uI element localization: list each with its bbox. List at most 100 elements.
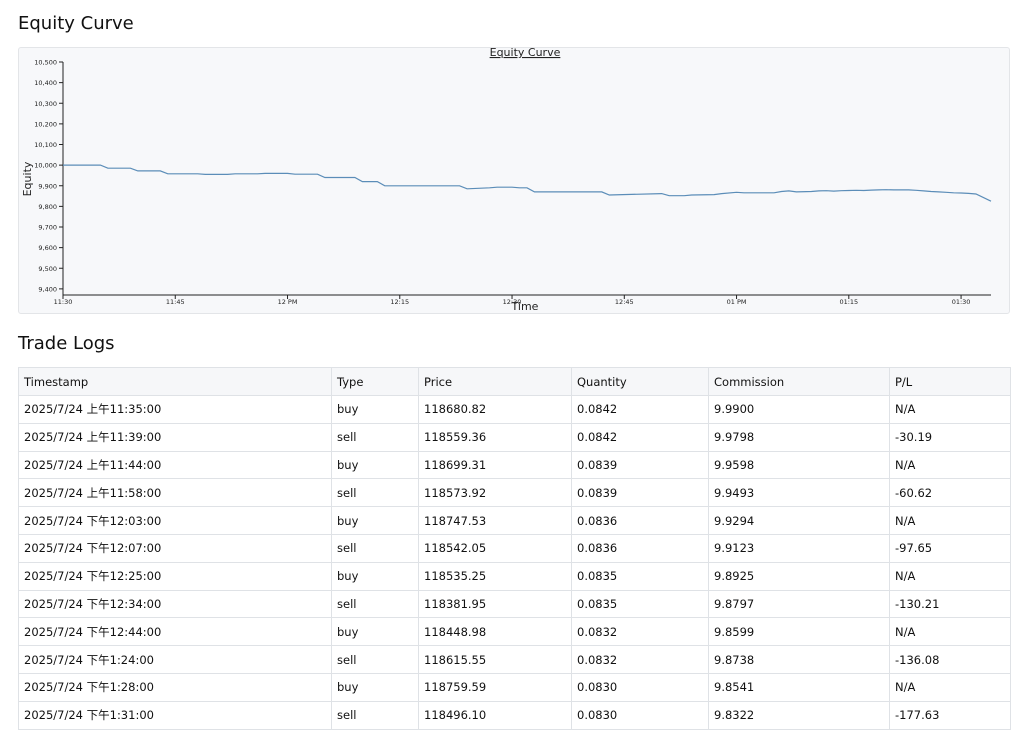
- table-cell: 2025/7/24 上午11:44:00: [18, 450, 332, 480]
- table-row: 2025/7/24 下午12:44:00 buy 118448.98 0.0832 9.…: [18, 617, 1011, 647]
- table-cell: 0.0835: [571, 589, 709, 619]
- column-header: Type: [331, 367, 419, 396]
- table-cell: N/A: [889, 450, 1011, 480]
- table-cell: 9.9598: [708, 450, 890, 480]
- trade-logs-heading: Trade Logs: [18, 333, 115, 354]
- table-cell: 0.0830: [571, 700, 709, 730]
- table-cell: buy: [331, 561, 419, 591]
- table-cell: -136.08: [889, 645, 1011, 674]
- table-cell: 9.8541: [708, 672, 890, 702]
- trade-logs-table-wrap: Timestamp Type Price Quantity Commission P/L …: [18, 367, 1011, 730]
- column-header: Timestamp: [18, 367, 332, 396]
- table-cell: 118759.59: [418, 672, 572, 702]
- table-row: 2025/7/24 上午11:35:00 buy 118680.82 0.0842 9.…: [18, 395, 1011, 424]
- table-row: 2025/7/24 下午12:07:00 sell 118542.05 0.0836 9…: [18, 533, 1011, 563]
- table-cell: 118699.31: [418, 450, 572, 480]
- table-cell: N/A: [889, 506, 1011, 535]
- table-cell: 9.8738: [708, 645, 890, 674]
- table-cell: 2025/7/24 下午1:28:00: [18, 672, 332, 702]
- table-cell: 2025/7/24 下午1:31:00: [18, 700, 332, 730]
- table-cell: -60.62: [889, 478, 1011, 508]
- table-cell: 2025/7/24 上午11:58:00: [18, 478, 332, 508]
- table-cell: 118615.55: [418, 645, 572, 674]
- column-header: Price: [418, 367, 572, 396]
- y-tick-label: 9,400: [38, 285, 57, 293]
- table-cell: 0.0842: [571, 422, 709, 452]
- table-row: 2025/7/24 上午11:39:00 sell 118559.36 0.0842 9…: [18, 422, 1011, 452]
- table-cell: N/A: [889, 617, 1011, 647]
- table-cell: -97.65: [889, 533, 1011, 563]
- table-cell: 118535.25: [418, 561, 572, 591]
- equity-series-line: [63, 164, 992, 202]
- table-cell: 2025/7/24 上午11:35:00: [18, 395, 332, 424]
- table-cell: 9.8797: [708, 589, 890, 619]
- table-cell: 9.8322: [708, 700, 890, 730]
- table-cell: 2025/7/24 下午1:24:00: [18, 645, 332, 674]
- table-cell: 9.9798: [708, 422, 890, 452]
- table-cell: sell: [331, 533, 419, 563]
- table-row: 2025/7/24 下午12:25:00 buy 118535.25 0.0835 9.…: [18, 561, 1011, 591]
- table-cell: N/A: [889, 395, 1011, 424]
- y-tick-label: 10,500: [34, 59, 57, 67]
- table-cell: 9.8599: [708, 617, 890, 647]
- table-cell: buy: [331, 506, 419, 535]
- table-cell: 118573.92: [418, 478, 572, 508]
- y-axis-label: Equity: [21, 161, 34, 196]
- table-cell: 118542.05: [418, 533, 572, 563]
- y-tick-label: 9,500: [38, 265, 57, 273]
- table-cell: 9.9493: [708, 478, 890, 508]
- table-cell: -177.63: [889, 700, 1011, 730]
- table-cell: 9.9900: [708, 395, 890, 424]
- table-row: 2025/7/24 上午11:44:00 buy 118699.31 0.0839 9.…: [18, 450, 1011, 480]
- equity-chart-panel: Equity Curve Equity Time 9,400 9,500 9,600…: [18, 46, 1010, 314]
- table-cell: 2025/7/24 下午12:03:00: [18, 506, 332, 535]
- table-header-row: Timestamp Type Price Quantity Commission P/L: [18, 367, 1011, 396]
- y-tick-label: 9,900: [38, 182, 57, 190]
- table-cell: 0.0839: [571, 478, 709, 508]
- table-cell: 2025/7/24 下午12:07:00: [18, 533, 332, 563]
- x-tick-label: 01:30: [952, 298, 971, 306]
- y-tick-label: 10,300: [34, 100, 57, 108]
- y-tick-label: 10,400: [34, 79, 57, 87]
- column-header: Quantity: [571, 367, 709, 396]
- table-cell: 2025/7/24 下午12:34:00: [18, 589, 332, 619]
- y-tick-label: 10,200: [34, 120, 57, 128]
- x-tick-label: 12 PM: [278, 298, 298, 306]
- y-tick-label: 9,800: [38, 203, 57, 211]
- table-cell: sell: [331, 422, 419, 452]
- table-cell: -130.21: [889, 589, 1011, 619]
- table-cell: sell: [331, 589, 419, 619]
- table-cell: 0.0832: [571, 645, 709, 674]
- equity-chart: Equity Curve Equity Time 9,4009,5009,600…: [21, 46, 992, 313]
- table-row: 2025/7/24 下午12:03:00 buy 118747.53 0.0836 9.…: [18, 506, 1011, 535]
- x-tick-label: 12:45: [615, 298, 634, 306]
- table-cell: 2025/7/24 下午12:44:00: [18, 617, 332, 647]
- trade-logs-table: Timestamp Type Price Quantity Commission P/L …: [18, 367, 1011, 730]
- x-tick-label: 11:30: [54, 298, 73, 306]
- table-cell: 118559.36: [418, 422, 572, 452]
- table-cell: 118448.98: [418, 617, 572, 647]
- y-tick-label: 9,600: [38, 244, 57, 252]
- y-tick-label: 10,000: [34, 162, 57, 170]
- table-cell: buy: [331, 395, 419, 424]
- table-cell: 0.0836: [571, 506, 709, 535]
- y-tick-label: 10,100: [34, 141, 57, 149]
- table-cell: 0.0839: [571, 450, 709, 480]
- table-cell: 0.0830: [571, 672, 709, 702]
- x-tick-label: 12:30: [503, 298, 522, 306]
- table-cell: 0.0842: [571, 395, 709, 424]
- table-row: 2025/7/24 下午12:34:00 sell 118381.95 0.0835 9…: [18, 589, 1011, 619]
- table-row: 2025/7/24 下午1:24:00 sell 118615.55 0.0832 9.…: [18, 645, 1011, 674]
- table-cell: 0.0836: [571, 533, 709, 563]
- x-tick-label: 01 PM: [727, 298, 747, 306]
- table-cell: sell: [331, 478, 419, 508]
- table-cell: 9.9123: [708, 533, 890, 563]
- column-header: P/L: [889, 367, 1011, 396]
- table-cell: 0.0835: [571, 561, 709, 591]
- table-cell: buy: [331, 450, 419, 480]
- table-cell: 118381.95: [418, 589, 572, 619]
- table-cell: 2025/7/24 上午11:39:00: [18, 422, 332, 452]
- table-cell: sell: [331, 700, 419, 730]
- x-tick-label: 01:15: [839, 298, 858, 306]
- table-cell: buy: [331, 617, 419, 647]
